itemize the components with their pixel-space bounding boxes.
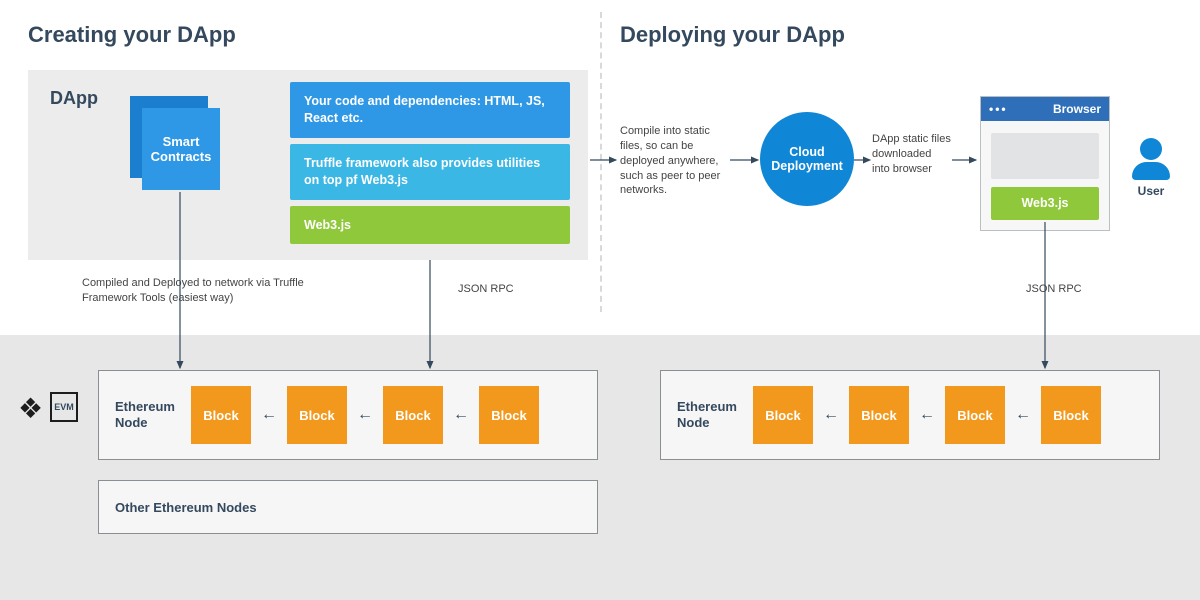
block: Block [383,386,443,444]
caption-json-rpc-left: JSON RPC [458,282,514,297]
user-icon: User [1130,138,1172,198]
evm-icon: EVM [50,392,78,422]
chain-arrow-icon: ← [919,406,935,424]
ethereum-logo-icon: ❖ [18,392,43,425]
chain-arrow-icon: ← [1015,406,1031,424]
smart-contracts-box: Smart Contracts [142,108,220,190]
block: Block [1041,386,1101,444]
block: Block [191,386,251,444]
block: Block [287,386,347,444]
code-dependencies-box: Your code and dependencies: HTML, JS, Re… [290,82,570,138]
web3-box: Web3.js [290,206,570,245]
ethereum-node-right: Ethereum Node Block ← Block ← Block ← Bl… [660,370,1160,460]
caption-download-browser: DApp static files downloaded into browse… [872,132,952,177]
browser-web3-box: Web3.js [991,187,1099,220]
section-divider [600,12,602,312]
block-row-left: Block ← Block ← Block ← Block [191,386,539,444]
user-label: User [1130,184,1172,198]
caption-compile-deploy: Compiled and Deployed to network via Tru… [82,276,312,306]
block: Block [945,386,1005,444]
ethereum-node-label-left: Ethereum Node [115,399,185,432]
browser-title: Browser [1053,102,1101,116]
chain-arrow-icon: ← [261,406,277,424]
other-ethereum-nodes-box: Other Ethereum Nodes [98,480,598,534]
dapp-stack: Your code and dependencies: HTML, JS, Re… [290,82,570,244]
truffle-box: Truffle framework also provides utilitie… [290,144,570,200]
browser-content-placeholder [991,133,1099,179]
block: Block [753,386,813,444]
cloud-deployment-circle: Cloud Deployment [760,112,854,206]
browser-body: Web3.js [981,121,1109,230]
block-row-right: Block ← Block ← Block ← Block [753,386,1101,444]
chain-arrow-icon: ← [453,406,469,424]
block: Block [479,386,539,444]
ethereum-node-left: Ethereum Node Block ← Block ← Block ← Bl… [98,370,598,460]
ethereum-node-label-right: Ethereum Node [677,399,747,432]
chain-arrow-icon: ← [823,406,839,424]
browser-window: ••• Browser Web3.js [980,96,1110,231]
chain-arrow-icon: ← [357,406,373,424]
caption-static-files: Compile into static files, so can be dep… [620,124,730,198]
heading-create: Creating your DApp [28,22,236,48]
caption-json-rpc-right: JSON RPC [1026,282,1082,297]
browser-titlebar: ••• Browser [981,97,1109,121]
heading-deploy: Deploying your DApp [620,22,845,48]
browser-dots-icon: ••• [989,102,1008,116]
block: Block [849,386,909,444]
